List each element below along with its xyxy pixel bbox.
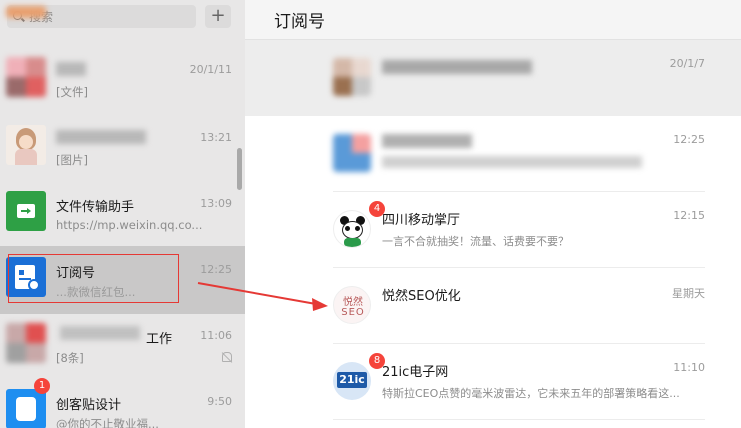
chat-preview: [文件] <box>56 85 88 99</box>
chat-name: 文件传输助手 <box>56 200 135 215</box>
blurred-name <box>60 326 140 340</box>
subscription-name: 21ic电子网 <box>382 365 449 380</box>
avatar <box>333 58 371 96</box>
subscription-preview: 一言不合就抽奖！流量、话费要不要？ <box>382 235 569 248</box>
folder-arrow-icon <box>17 204 35 218</box>
chat-item-partial[interactable] <box>0 0 245 38</box>
unread-badge: 1 <box>34 378 50 394</box>
subscription-item[interactable]: 12:25 <box>333 116 705 192</box>
blurred-preview <box>382 156 642 168</box>
app-logo-icon <box>16 397 36 421</box>
chat-time: 9:50 <box>207 395 232 408</box>
page-title: 订阅号 <box>274 12 325 32</box>
chat-name <box>56 62 86 76</box>
subscription-name: 悦然SEO优化 <box>382 289 461 304</box>
chat-time: 13:09 <box>200 197 232 210</box>
blurred-name <box>382 60 532 74</box>
avatar <box>333 210 371 248</box>
subscription-name: 四川移动掌厅 <box>382 213 461 228</box>
chat-item[interactable]: 工作 11:06 [8条] <box>0 312 245 380</box>
highlight-box <box>8 254 179 303</box>
subscription-item[interactable]: 21ic 8 21ic电子网 11:10 特斯拉CEO点赞的毫米波雷达，它未来五… <box>333 344 705 420</box>
subscription-time: 星期天 <box>672 287 705 300</box>
avatar: 21ic <box>333 362 371 400</box>
chat-list-panel: + 20/1/11 [文件] 13:21 [图片] <box>0 0 245 428</box>
chat-name: 工作 <box>146 332 173 347</box>
chat-item-file-transfer[interactable]: 文件传输助手 13:09 https://mp.weixin.qq.co... <box>0 180 245 248</box>
avatar-text: 21ic <box>337 372 367 388</box>
blurred-name <box>382 134 472 148</box>
avatar: 悦然 SEO <box>333 286 371 324</box>
subscription-time: 12:25 <box>673 133 705 146</box>
subscription-time: 20/1/7 <box>669 57 705 70</box>
chat-preview: https://mp.weixin.qq.co... <box>56 218 203 232</box>
subscription-list: 20/1/7 12:25 4 四川移动掌厅 12:15 一言不合就抽奖！流量、话… <box>245 40 741 428</box>
chat-preview: [图片] <box>56 153 88 167</box>
chat-time: 13:21 <box>200 131 232 144</box>
subscription-preview: 特斯拉CEO点赞的毫米波雷达，它未来五年的部署策略看这... <box>382 387 680 400</box>
avatar-text-top: 悦然 <box>343 297 363 308</box>
chat-preview: [8条] <box>56 351 84 365</box>
chat-time: 11:06 <box>200 329 232 342</box>
avatar <box>6 389 46 428</box>
subscription-item[interactable]: 悦然 SEO 悦然SEO优化 星期天 <box>333 268 705 344</box>
avatar <box>6 57 46 97</box>
mute-icon <box>221 352 233 363</box>
chat-time: 12:25 <box>200 263 232 276</box>
avatar <box>6 6 46 18</box>
chat-preview: @你的不止敬业福... <box>56 417 159 428</box>
subscription-item[interactable]: 4 四川移动掌厅 12:15 一言不合就抽奖！流量、话费要不要？ <box>333 192 705 268</box>
subscription-item[interactable]: 20/1/7 <box>245 40 741 116</box>
avatar <box>6 125 46 165</box>
chat-item[interactable]: 1 创客贴设计 9:50 @你的不止敬业福... <box>0 378 245 428</box>
chat-name: 创客贴设计 <box>56 398 122 413</box>
scrollbar[interactable] <box>237 148 242 190</box>
avatar <box>6 323 46 363</box>
subscription-time: 11:10 <box>673 361 705 374</box>
chat-name <box>56 130 146 144</box>
avatar <box>6 191 46 231</box>
chat-time: 20/1/11 <box>189 63 232 76</box>
chat-item[interactable]: 20/1/11 [文件] <box>0 46 245 114</box>
avatar-text-bottom: SEO <box>341 307 365 318</box>
subscription-time: 12:15 <box>673 209 705 222</box>
subscription-panel: 订阅号 20/1/7 12:25 4 四川移动掌厅 12:15 一言不合就抽奖！… <box>245 0 741 428</box>
avatar <box>333 134 371 172</box>
chat-item[interactable]: 13:21 [图片] <box>0 114 245 182</box>
